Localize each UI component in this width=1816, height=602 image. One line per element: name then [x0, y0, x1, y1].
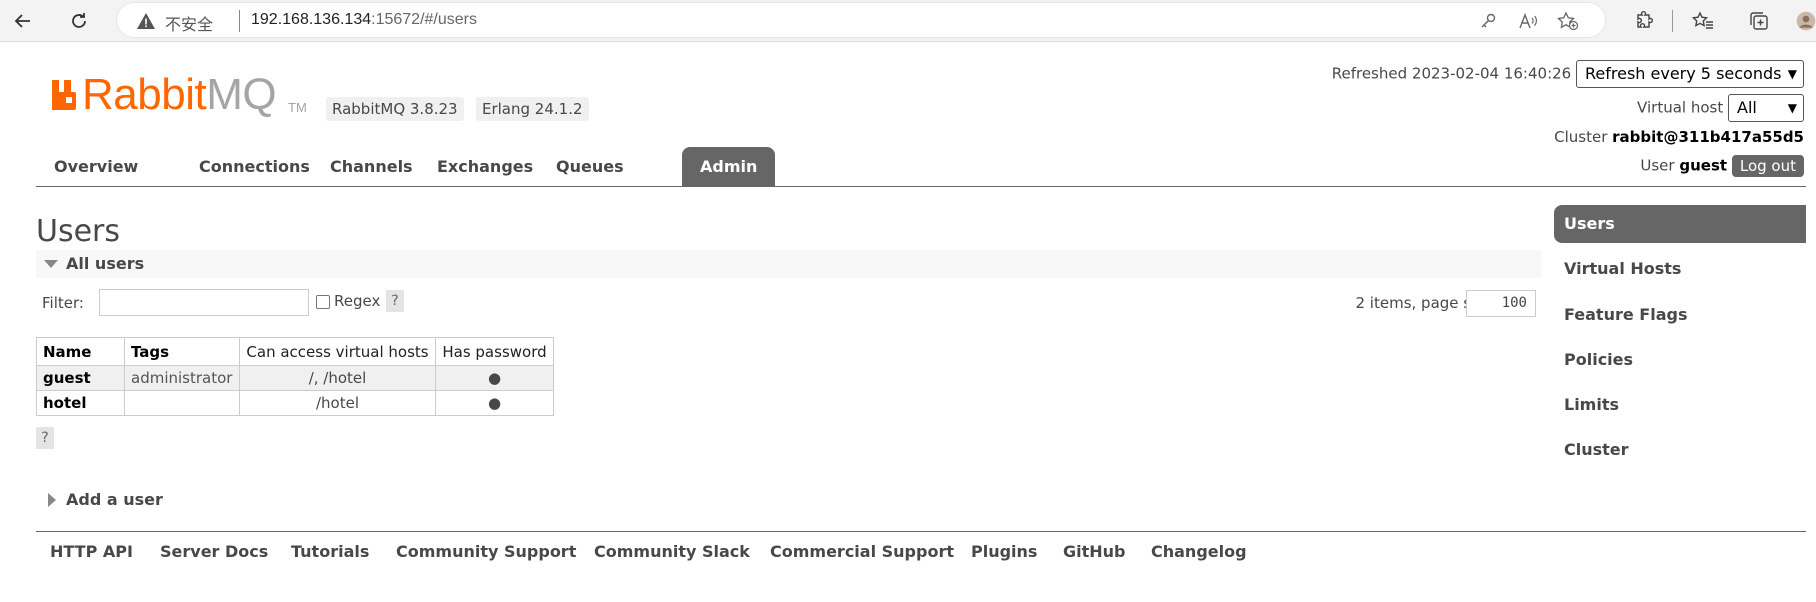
logo-rabbit-text: Rabbit [82, 70, 207, 119]
user-vhosts: /hotel [239, 390, 436, 416]
chevron-down-icon: ▼ [1787, 67, 1797, 81]
user-tags: administrator [124, 365, 240, 391]
tab-connections[interactable]: Connections [181, 147, 328, 187]
footer-link-commercial-support[interactable]: Commercial Support [770, 542, 954, 561]
column-header-vhosts: Can access virtual hosts [239, 337, 436, 366]
column-header-tags[interactable]: Tags [124, 337, 240, 366]
footer-link-github[interactable]: GitHub [1063, 542, 1126, 561]
footer-link-server-docs[interactable]: Server Docs [160, 542, 268, 561]
browser-toolbar: 不安全 192.168.136.134:15672/#/users [0, 0, 1816, 42]
warning-icon[interactable] [135, 10, 157, 32]
refreshed-timestamp: Refreshed 2023-02-04 16:40:26 [1331, 64, 1572, 83]
all-users-section-header[interactable]: All users [36, 250, 1542, 278]
tab-overview[interactable]: Overview [36, 147, 156, 187]
vhost-select[interactable]: All ▼ [1728, 94, 1804, 122]
filter-input[interactable] [99, 289, 309, 316]
logo-wordmark: RabbitMQ [82, 70, 277, 120]
rabbitmq-logo[interactable]: RabbitMQ TM [50, 70, 310, 120]
expand-down-icon [44, 260, 58, 268]
user-vhosts: /, /hotel [239, 365, 436, 391]
has-password-dot: ● [435, 390, 554, 416]
user-name-link[interactable]: guest [36, 365, 125, 391]
url-text[interactable]: 192.168.136.134:15672/#/users [251, 11, 477, 29]
vhost-value: All [1737, 98, 1757, 117]
sidebar-item-users[interactable]: Users [1554, 205, 1806, 243]
url-separator [239, 10, 240, 32]
vhost-label: Virtual host [1637, 98, 1724, 117]
refresh-icon[interactable] [62, 4, 96, 38]
back-arrow-icon[interactable] [6, 4, 40, 38]
favorites-icon[interactable] [1686, 4, 1720, 38]
address-bar[interactable]: 不安全 192.168.136.134:15672/#/users [116, 2, 1606, 38]
sidebar-item-virtual-hosts[interactable]: Virtual Hosts [1554, 250, 1806, 288]
logo-trademark: TM [288, 100, 307, 115]
tab-exchanges[interactable]: Exchanges [419, 147, 551, 187]
profile-avatar-icon[interactable] [1796, 4, 1816, 38]
footer-link-plugins[interactable]: Plugins [971, 542, 1037, 561]
key-icon[interactable] [1475, 8, 1501, 34]
vhost-controls: Virtual host All ▼ [1637, 94, 1804, 122]
url-path: :15672/#/users [371, 11, 477, 28]
footer-link-http-api[interactable]: HTTP API [50, 542, 133, 561]
has-password-dot: ● [435, 365, 554, 391]
table-row[interactable]: hotel /hotel ● [36, 390, 554, 416]
rabbitmq-version-badge: RabbitMQ 3.8.23 [326, 97, 464, 121]
sidebar-item-limits[interactable]: Limits [1554, 386, 1806, 424]
user-name-link[interactable]: hotel [36, 390, 125, 416]
page-title: Users [36, 214, 121, 249]
column-header-name[interactable]: Name [36, 337, 125, 366]
table-help-button[interactable]: ? [36, 427, 54, 449]
refresh-interval-select[interactable]: Refresh every 5 seconds ▼ [1576, 60, 1804, 88]
sidebar-item-policies[interactable]: Policies [1554, 341, 1806, 379]
footer-link-tutorials[interactable]: Tutorials [291, 542, 369, 561]
column-header-has-password: Has password [435, 337, 554, 366]
collections-icon[interactable] [1742, 4, 1776, 38]
page-size-input[interactable]: 100 [1466, 290, 1536, 317]
favorite-add-icon[interactable] [1555, 8, 1581, 34]
url-host: 192.168.136.134 [251, 11, 372, 28]
cluster-label: Cluster [1554, 128, 1608, 146]
tab-queues[interactable]: Queues [538, 147, 642, 187]
expand-right-icon [48, 493, 56, 507]
refresh-controls: Refreshed 2023-02-04 16:40:26 Refresh ev… [1332, 60, 1804, 88]
cluster-name: rabbit@311b417a55d5 [1612, 128, 1804, 146]
logo-mq-text: MQ [206, 70, 277, 119]
filter-label: Filter: [42, 294, 84, 312]
regex-help-button[interactable]: ? [386, 290, 404, 312]
table-row[interactable]: guest administrator /, /hotel ● [36, 365, 554, 391]
add-user-label: Add a user [66, 490, 163, 509]
chevron-down-icon: ▼ [1787, 101, 1797, 115]
section-label: All users [66, 254, 145, 273]
sidebar-item-feature-flags[interactable]: Feature Flags [1554, 296, 1806, 334]
table-header-row: Name Tags Can access virtual hosts Has p… [36, 337, 554, 366]
user-tags [124, 390, 240, 416]
regex-label: Regex [334, 292, 381, 310]
erlang-version-badge: Erlang 24.1.2 [476, 97, 589, 121]
insecure-label[interactable]: 不安全 [165, 11, 213, 35]
footer-link-changelog[interactable]: Changelog [1151, 542, 1247, 561]
toolbar-divider [1672, 10, 1673, 32]
rabbit-logo-icon [52, 80, 76, 110]
tab-channels[interactable]: Channels [312, 147, 431, 187]
regex-checkbox[interactable] [316, 295, 330, 309]
cluster-info: Cluster rabbit@311b417a55d5 [1554, 128, 1804, 146]
read-aloud-icon[interactable] [1515, 8, 1541, 34]
footer-link-community-slack[interactable]: Community Slack [594, 542, 750, 561]
refresh-interval-value: Refresh every 5 seconds [1585, 64, 1782, 83]
users-table: Name Tags Can access virtual hosts Has p… [36, 337, 554, 416]
main-nav-tabs: Overview Connections Channels Exchanges … [36, 147, 1806, 187]
tab-admin[interactable]: Admin [682, 147, 776, 187]
sidebar-item-cluster[interactable]: Cluster [1554, 431, 1806, 469]
extensions-icon[interactable] [1626, 4, 1660, 38]
footer-links: HTTP API Server Docs Tutorials Community… [36, 531, 1806, 571]
footer-link-community-support[interactable]: Community Support [396, 542, 576, 561]
